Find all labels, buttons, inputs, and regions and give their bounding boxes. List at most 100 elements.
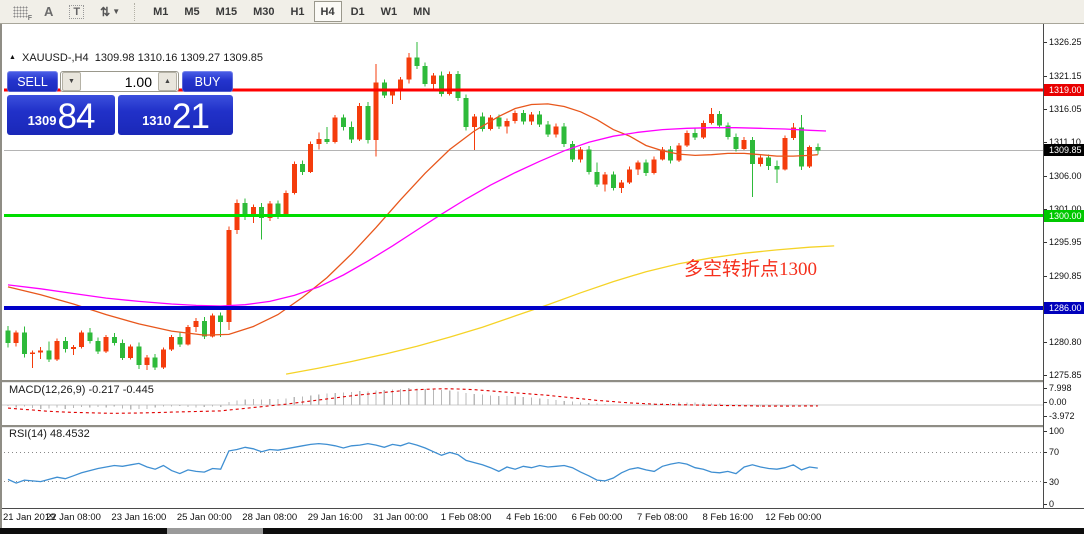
time-axis-label: 1 Feb 08:00	[440, 512, 492, 523]
ohlc-close: 1309.85	[223, 52, 263, 64]
candle-body	[13, 332, 19, 344]
triangle-up-icon: ▲	[9, 54, 16, 61]
timeframe-button-m5[interactable]: M5	[177, 1, 206, 22]
candle-body	[87, 332, 93, 342]
candle-body	[774, 165, 780, 170]
candle-body	[758, 157, 764, 164]
candle-body	[504, 121, 510, 127]
time-axis-label: 25 Jan 00:00	[176, 512, 232, 523]
rsi-axis-label: 70	[1049, 447, 1060, 458]
candle-body	[38, 350, 44, 353]
time-axis[interactable]: 21 Jan 2019 22 Jan 08:00 23 Jan 16:00 25 Ja…	[0, 509, 1084, 527]
time-axis-label: 7 Feb 08:00	[637, 512, 688, 523]
time-axis-label: 4 Feb 16:00	[506, 512, 557, 523]
timeframe-button-m1[interactable]: M1	[146, 1, 175, 22]
grid-icon	[13, 5, 32, 22]
text-icon: T	[69, 4, 85, 19]
ohlc-open: 1309.98	[94, 52, 135, 64]
cycle-arrows-icon: ⇅	[100, 4, 111, 19]
one-click-trading-panel: SELL ▼ 1.00 ▲ BUY 1309 84 1310 21	[7, 71, 233, 135]
axis-tickmark	[1044, 402, 1047, 403]
time-axis-label: 23 Jan 16:00	[111, 512, 167, 523]
label-tool-button[interactable]: A	[37, 1, 60, 22]
candle-body	[332, 117, 338, 143]
axis-tickmark	[1044, 416, 1047, 418]
candle-body	[741, 140, 747, 149]
candle-body	[275, 203, 281, 215]
time-axis-label: 29 Jan 16:00	[307, 512, 363, 523]
bottom-window-edge	[0, 528, 1084, 534]
time-axis-label: 22 Jan 08:00	[45, 512, 101, 523]
timeframe-button-w1[interactable]: W1	[374, 1, 405, 22]
candle-body	[308, 144, 314, 172]
volume-input[interactable]: 1.00	[82, 74, 157, 90]
toolbar-separator	[134, 2, 141, 21]
timeframe-button-m30[interactable]: M30	[246, 1, 281, 22]
axis-tickmark	[1044, 503, 1047, 505]
candle-body	[717, 113, 723, 126]
text-tool-button[interactable]: T	[62, 1, 91, 22]
candle-body	[144, 357, 150, 365]
candle-body	[30, 352, 36, 355]
axis-tickmark	[1044, 175, 1047, 177]
candle-body	[79, 332, 85, 347]
volume-increase-button[interactable]: ▲	[158, 72, 177, 91]
ohlc-high: 1310.16	[137, 52, 178, 64]
main-chart-panel[interactable]: ▲ XAUUSD-,H4 1309.98 1310.16 1309.27 130…	[0, 24, 1044, 380]
rsi-panel[interactable]: RSI(14) 48.4532	[0, 428, 1044, 508]
candle-body	[708, 113, 714, 124]
grid-template-button[interactable]	[6, 1, 35, 22]
buy-price-tile[interactable]: 1310 21	[118, 95, 233, 135]
macd-axis-label: 7.998	[1049, 383, 1072, 394]
axis-tickmark	[1044, 342, 1047, 344]
candle-body	[5, 330, 11, 344]
sell-price-tile[interactable]: 1309 84	[7, 95, 115, 135]
timeframe-bar: M1 M5 M15 M30 H1 H4 D1 W1 MN	[145, 1, 438, 22]
candle-body	[586, 149, 592, 172]
candle-body	[103, 337, 109, 352]
candle-body	[692, 132, 698, 138]
price-badge: 1319.00	[1044, 84, 1084, 96]
time-axis-label: 31 Jan 00:00	[373, 512, 429, 523]
macd-chart[interactable]	[0, 383, 1044, 425]
price-tick-label: 1306.00	[1049, 170, 1082, 181]
candle-body	[193, 321, 199, 328]
timeframe-button-m15[interactable]: M15	[209, 1, 244, 22]
candle-body	[619, 182, 624, 188]
toolbar: A T ⇅▼ M1M5M15M30H1H4D1W1MN	[0, 0, 1084, 24]
macd-panel[interactable]: MACD(12,26,9) -0.217 -0.445	[0, 383, 1044, 425]
candle-body	[54, 341, 60, 360]
bottom-edge-segment	[167, 528, 263, 534]
candle-body	[160, 349, 166, 368]
rsi-axis-label: 100	[1049, 425, 1065, 436]
candle-body	[291, 163, 297, 194]
timeframe-button-mn[interactable]: MN	[406, 1, 437, 22]
price-tick-label: 1295.95	[1049, 237, 1082, 248]
candle-body	[545, 124, 551, 135]
time-axis-label: 6 Feb 00:00	[571, 512, 623, 523]
volume-decrease-button[interactable]: ▼	[62, 72, 81, 91]
macd-axis-label: 0.00	[1049, 397, 1067, 407]
candle-body	[627, 169, 633, 183]
candle-body	[537, 114, 543, 125]
price-badge: 1300.00	[1044, 209, 1084, 222]
volume-spinner: ▼ 1.00 ▲	[60, 71, 179, 92]
candle-body	[782, 138, 788, 170]
candle-body	[62, 341, 68, 349]
candle-body	[578, 149, 584, 160]
timeframe-button-h1[interactable]: H1	[283, 1, 311, 22]
objects-button[interactable]: ⇅ ▼	[93, 1, 127, 22]
candle-body	[512, 113, 518, 122]
sell-button[interactable]: SELL	[7, 71, 58, 92]
candle-body	[594, 171, 600, 185]
candle-body	[128, 346, 134, 359]
symbol-label: XAUUSD-,H4	[22, 52, 89, 64]
price-axis[interactable]: 1326.251321.151316.051311.101306.001301.…	[1044, 24, 1084, 509]
timeframe-button-d1[interactable]: D1	[344, 1, 372, 22]
rsi-axis-label: 30	[1049, 476, 1060, 487]
timeframe-button-h4[interactable]: H4	[313, 1, 342, 22]
price-tick-label: 1326.25	[1049, 37, 1082, 48]
candle-body	[414, 57, 420, 67]
buy-button[interactable]: BUY	[182, 71, 233, 92]
rsi-chart[interactable]	[0, 428, 1044, 508]
